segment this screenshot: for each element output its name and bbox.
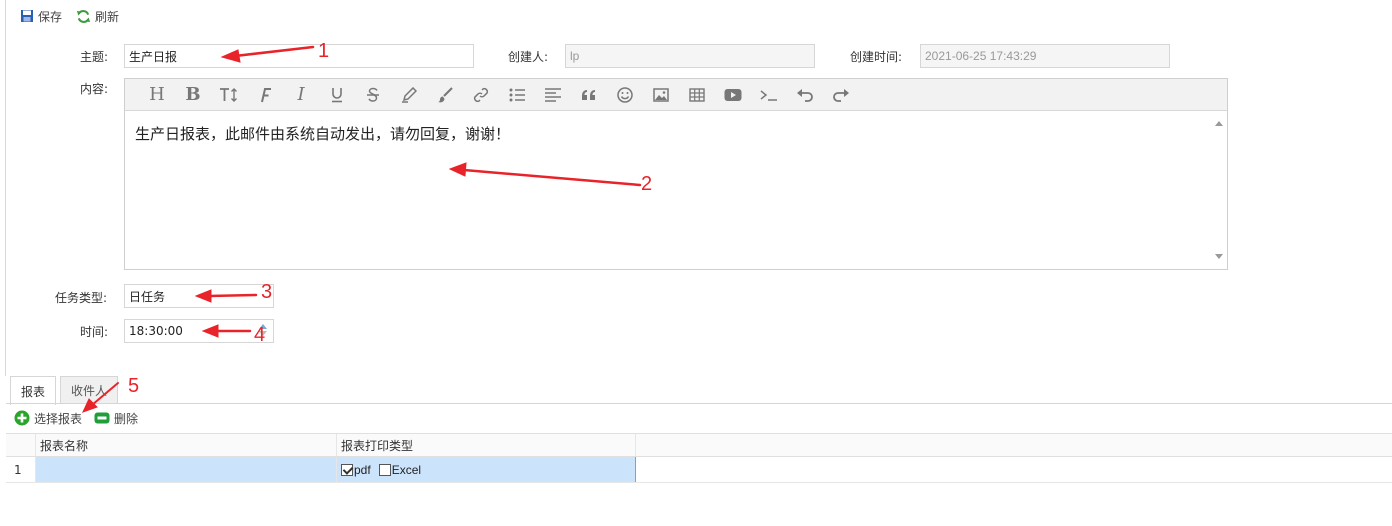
editor-scrollbar[interactable] xyxy=(1211,111,1227,269)
index-header xyxy=(6,434,36,456)
image-icon[interactable] xyxy=(643,81,679,109)
content-text: 生产日报表，此邮件由系统自动发出，请勿回复，谢谢！ xyxy=(135,125,511,143)
pdf-label: pdf xyxy=(354,462,371,477)
table-icon[interactable] xyxy=(679,81,715,109)
heading-icon[interactable]: H xyxy=(139,81,175,109)
brush-icon[interactable] xyxy=(427,81,463,109)
redo-icon[interactable] xyxy=(823,81,859,109)
refresh-icon xyxy=(76,9,91,24)
remove-icon xyxy=(94,412,110,424)
font-icon[interactable] xyxy=(247,81,283,109)
video-icon[interactable] xyxy=(715,81,751,109)
subject-input[interactable] xyxy=(124,44,474,68)
report-grid: 报表名称 报表打印类型 1 pdf Excel xyxy=(6,433,1392,483)
delete-button[interactable]: 删除 xyxy=(94,410,138,427)
save-button[interactable]: 保存 xyxy=(20,8,62,25)
creator-label: 创建人: xyxy=(508,50,549,64)
blockquote-icon[interactable] xyxy=(571,81,607,109)
highlighter-icon[interactable] xyxy=(391,81,427,109)
text-size-icon[interactable] xyxy=(211,81,247,109)
tab-recipients[interactable]: 收件人 xyxy=(60,376,119,404)
bold-icon[interactable]: B xyxy=(175,81,211,109)
emoji-icon[interactable] xyxy=(607,81,643,109)
scroll-down-icon[interactable] xyxy=(1215,254,1223,259)
save-icon xyxy=(20,9,34,23)
row-index: 1 xyxy=(6,457,36,482)
save-label: 保存 xyxy=(38,9,63,24)
annotation-number: 5 xyxy=(128,375,140,397)
code-icon[interactable] xyxy=(751,81,787,109)
editor-body[interactable]: 生产日报表，此邮件由系统自动发出，请勿回复，谢谢！ xyxy=(125,111,1211,269)
scroll-up-icon[interactable] xyxy=(1215,121,1223,126)
tab-bar: 报表 收件人 xyxy=(10,376,119,405)
add-icon xyxy=(14,410,30,426)
delete-label: 删除 xyxy=(114,411,139,426)
grid-header: 报表名称 报表打印类型 xyxy=(6,433,1392,457)
tab-divider xyxy=(6,403,1392,404)
editor-toolbar: H B I xyxy=(125,79,1227,111)
annotation-number: 3 xyxy=(261,281,273,303)
bulleted-list-icon[interactable] xyxy=(499,81,535,109)
tab-reports[interactable]: 报表 xyxy=(10,376,57,405)
excel-checkbox[interactable] xyxy=(378,463,391,476)
created-time-field xyxy=(920,44,1170,68)
report-toolbar: 选择报表 删除 xyxy=(14,409,138,427)
top-toolbar: 保存 刷新 xyxy=(20,6,119,26)
refresh-label: 刷新 xyxy=(95,9,120,24)
select-report-button[interactable]: 选择报表 xyxy=(14,410,82,427)
subject-label: 主题: xyxy=(80,50,109,64)
report-name-cell[interactable] xyxy=(36,457,337,482)
excel-label: Excel xyxy=(391,462,422,477)
annotation-number: 1 xyxy=(318,40,330,62)
pdf-checkbox[interactable] xyxy=(341,463,353,476)
content-editor: H B I 生产日报表，此邮件由系统自动发出，请勿回复，谢谢！ xyxy=(124,78,1228,270)
print-type-cell: pdf Excel xyxy=(337,457,636,482)
strikethrough-icon[interactable] xyxy=(355,81,391,109)
annotation-number: 4 xyxy=(254,324,266,346)
align-left-icon[interactable] xyxy=(535,81,571,109)
select-report-label: 选择报表 xyxy=(34,411,83,426)
link-icon[interactable] xyxy=(463,81,499,109)
annotation-number: 2 xyxy=(641,173,653,195)
column-header-report-name[interactable]: 报表名称 xyxy=(36,434,337,456)
pdf-option[interactable]: pdf xyxy=(341,463,371,477)
refresh-button[interactable]: 刷新 xyxy=(76,8,119,25)
underline-icon[interactable] xyxy=(319,81,355,109)
task-type-label: 任务类型: xyxy=(55,291,108,305)
table-row[interactable]: 1 pdf Excel xyxy=(6,457,1392,483)
content-label: 内容: xyxy=(80,82,109,96)
creator-field xyxy=(565,44,815,68)
left-border xyxy=(5,0,6,376)
time-label: 时间: xyxy=(80,325,109,339)
task-type-select[interactable] xyxy=(124,284,274,308)
excel-option[interactable]: Excel xyxy=(378,462,422,477)
time-input[interactable] xyxy=(124,319,274,343)
italic-icon[interactable]: I xyxy=(283,81,319,109)
undo-icon[interactable] xyxy=(787,81,823,109)
column-header-print-type[interactable]: 报表打印类型 xyxy=(337,434,636,456)
created-time-label: 创建时间: xyxy=(850,50,903,64)
